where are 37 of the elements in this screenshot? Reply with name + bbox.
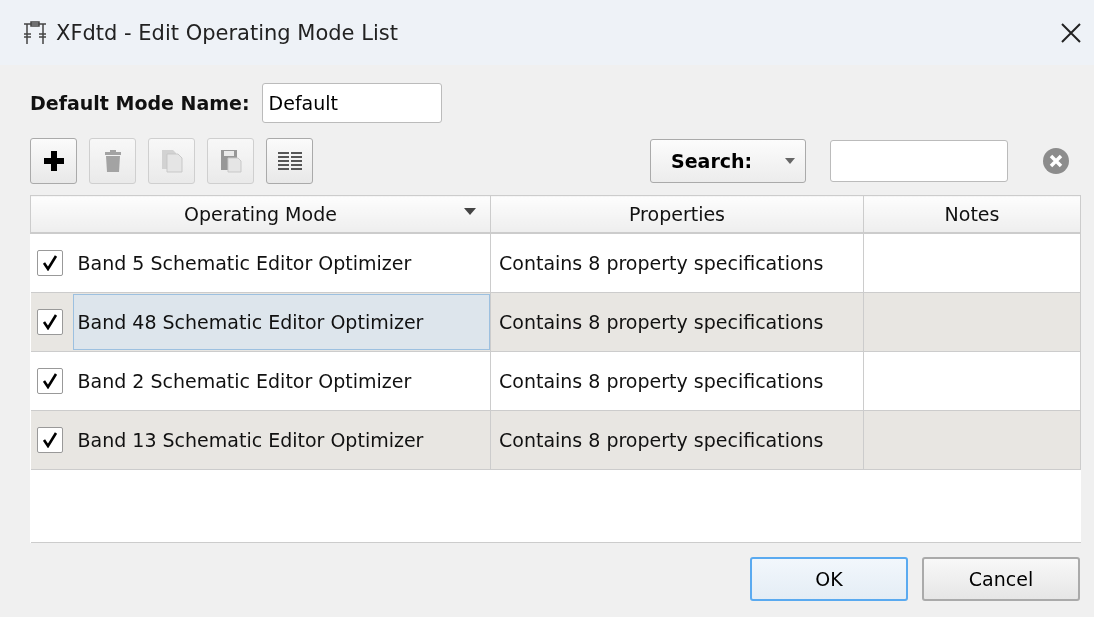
check-icon xyxy=(41,373,58,389)
column-header[interactable]: Properties xyxy=(490,195,864,233)
close-icon[interactable] xyxy=(1060,21,1082,44)
table-cell: Contains 8 property specifications xyxy=(490,292,864,352)
check-icon xyxy=(41,255,58,271)
trash-icon xyxy=(103,149,122,173)
clear-icon[interactable] xyxy=(1042,147,1070,175)
caret-icon xyxy=(785,158,795,164)
ok-button[interactable]: OK xyxy=(750,557,908,601)
plus-icon xyxy=(42,150,65,172)
table-cell: Contains 8 property specifications xyxy=(490,233,864,293)
checkbox[interactable] xyxy=(36,427,63,453)
search-field[interactable] xyxy=(830,140,1008,182)
add-button[interactable] xyxy=(30,138,77,184)
mode-name-cell[interactable]: Band 5 Schematic Editor Optimizer xyxy=(72,235,490,291)
window-title: XFdtd - Edit Operating Mode List xyxy=(56,20,399,45)
default-mode-label: Default Mode Name: xyxy=(30,92,250,114)
check-icon xyxy=(41,314,58,330)
check-icon xyxy=(41,432,58,448)
search-dropdown[interactable]: Search: xyxy=(650,139,806,183)
column-header[interactable]: Notes xyxy=(863,195,1081,233)
app-icon xyxy=(22,19,48,46)
copy-icon xyxy=(160,149,183,173)
default-mode-field[interactable]: Default xyxy=(261,83,442,123)
mode-name-cell[interactable]: Band 2 Schematic Editor Optimizer xyxy=(72,353,490,409)
checkbox[interactable] xyxy=(36,368,63,394)
paste-icon xyxy=(219,149,242,173)
list-button[interactable] xyxy=(266,138,313,184)
sort-arrow-icon xyxy=(464,208,476,215)
checkbox[interactable] xyxy=(36,309,63,335)
mode-name-cell[interactable]: Band 48 Schematic Editor Optimizer xyxy=(72,294,490,350)
checkbox[interactable] xyxy=(36,250,63,276)
table-cell: Contains 8 property specifications xyxy=(490,351,864,411)
list-icon xyxy=(276,151,303,171)
column-header[interactable]: Operating Mode xyxy=(30,195,491,233)
cancel-button[interactable]: Cancel xyxy=(922,557,1080,601)
table-cell: Contains 8 property specifications xyxy=(490,410,864,470)
